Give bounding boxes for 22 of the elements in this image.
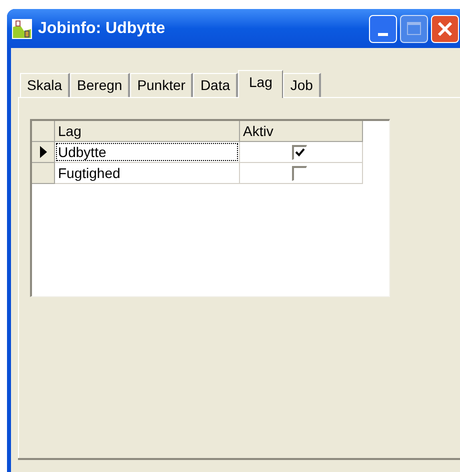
maximize-button[interactable]	[400, 14, 428, 42]
app-icon	[12, 18, 32, 38]
header-corner	[32, 121, 55, 142]
tab[interactable]: Data	[193, 73, 238, 97]
table-cell[interactable]: Fugtighed	[56, 164, 238, 182]
column-header: Lag	[55, 121, 240, 142]
current-row-icon	[40, 146, 46, 158]
tab[interactable]: Job	[283, 73, 321, 97]
minimize-button[interactable]	[369, 14, 397, 42]
checkbox[interactable]	[292, 144, 307, 160]
table-cell[interactable]: Udbytte	[56, 143, 238, 161]
checkbox[interactable]	[292, 166, 307, 180]
tab[interactable]: Punkter	[130, 73, 194, 97]
row-indicator[interactable]	[32, 142, 55, 163]
column-header: Aktiv	[240, 121, 363, 142]
tab[interactable]: Skala	[20, 73, 70, 97]
check-icon	[295, 148, 305, 157]
close-icon	[437, 20, 453, 36]
tab[interactable]: Lag	[238, 70, 284, 98]
close-button[interactable]	[431, 14, 459, 42]
window-title: Jobinfo: Udbytte	[38, 18, 166, 38]
tab[interactable]: Beregn	[70, 73, 130, 97]
